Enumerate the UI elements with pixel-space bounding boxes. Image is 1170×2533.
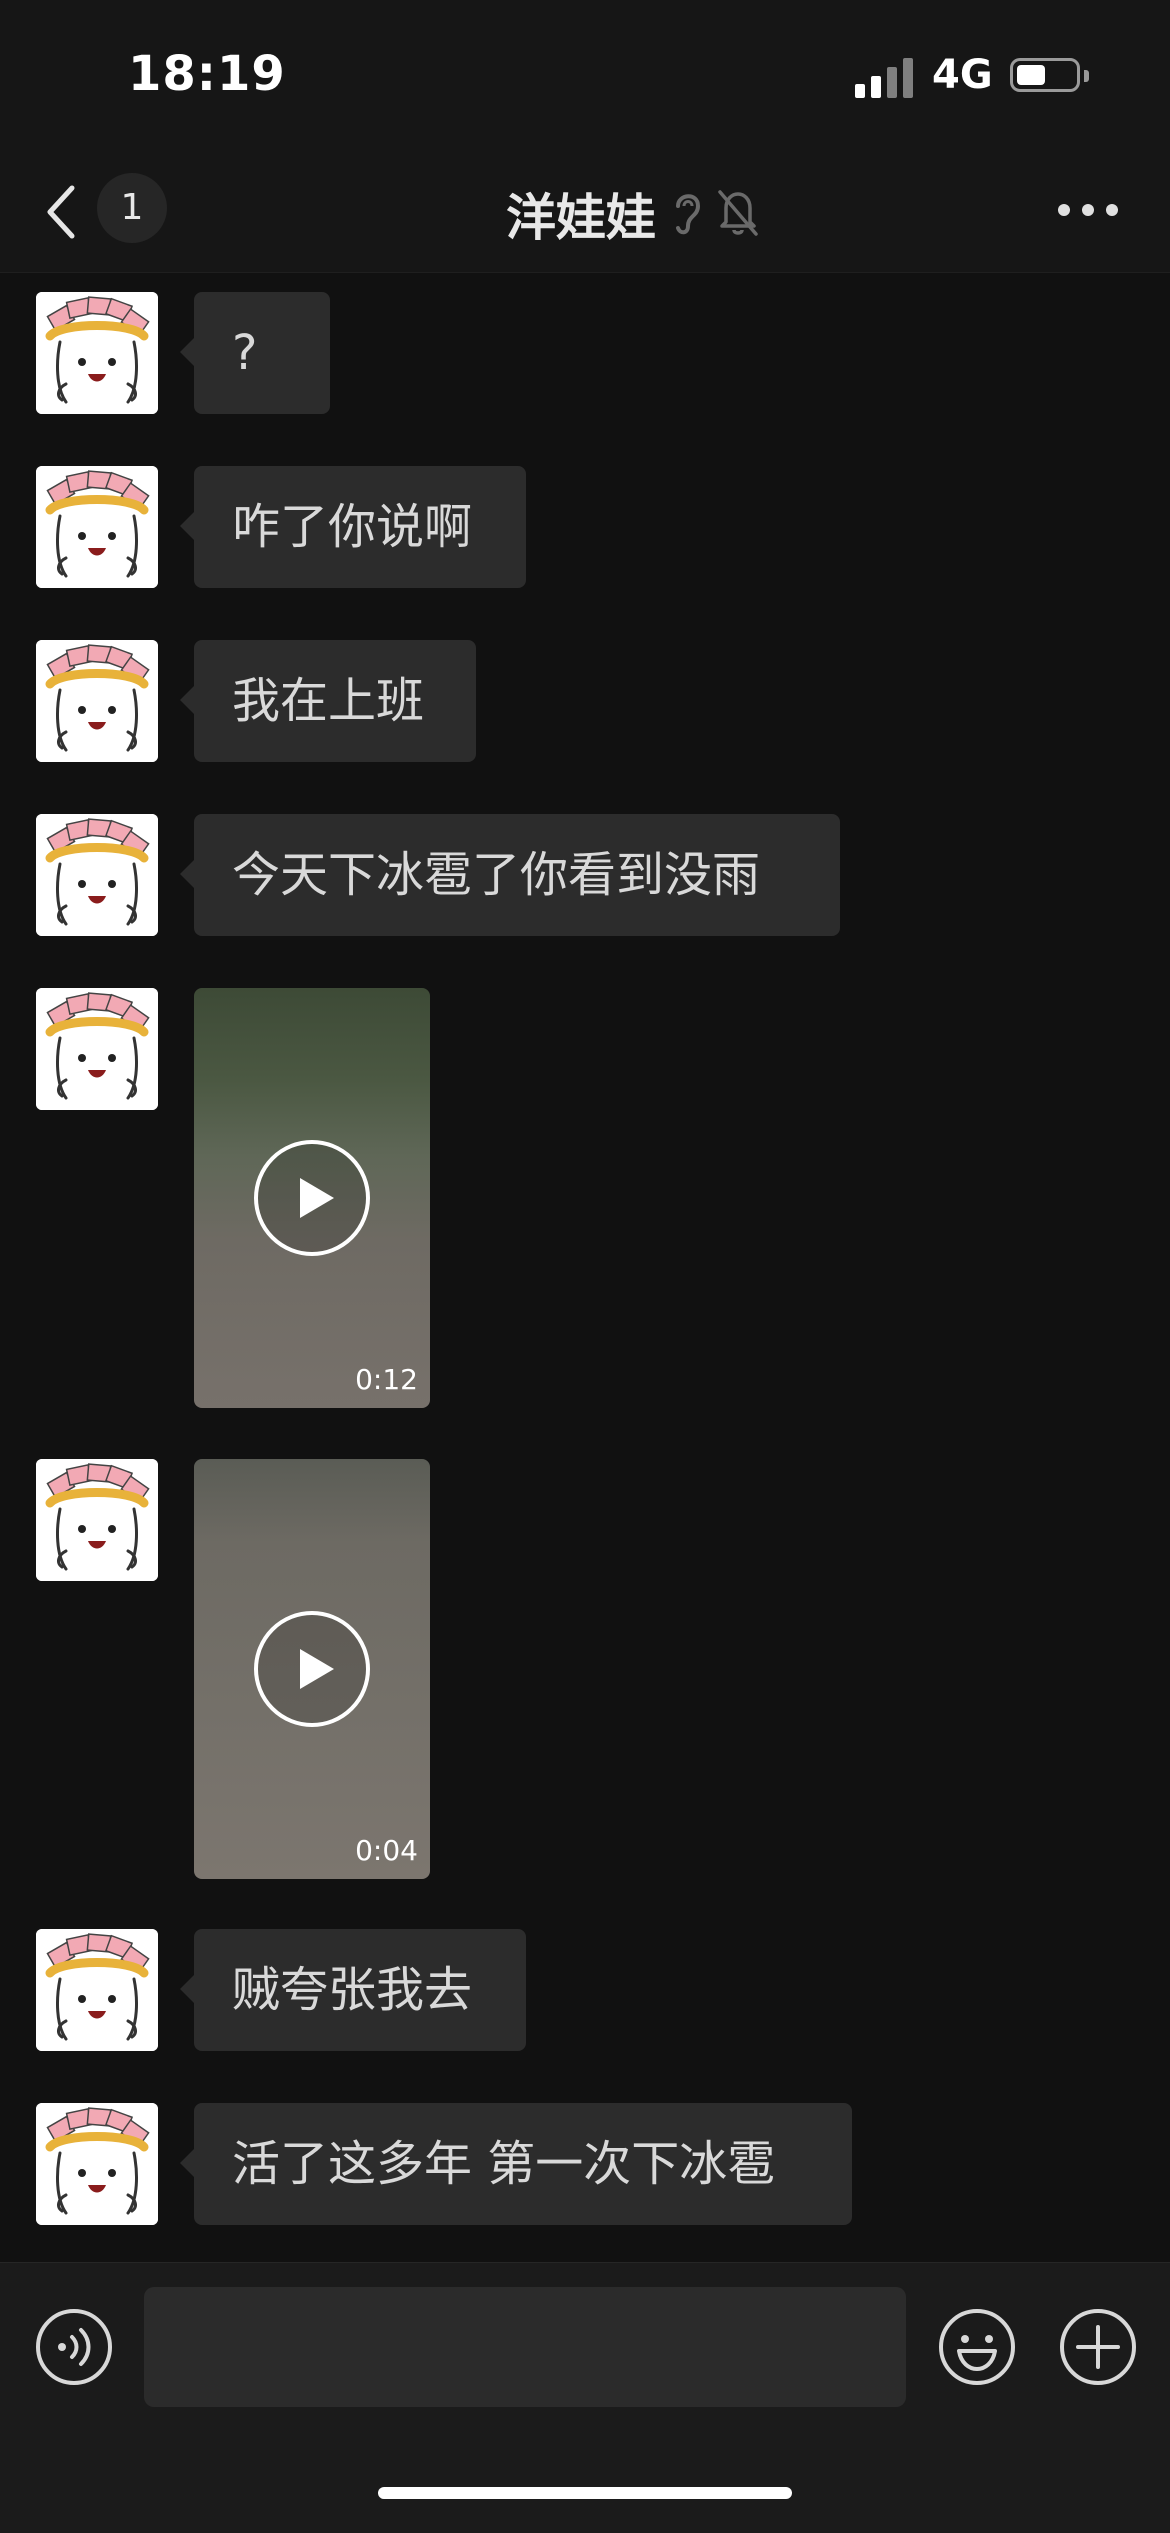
signal-icon <box>855 58 917 98</box>
muted-bell-icon <box>716 186 760 238</box>
avatar[interactable] <box>36 2103 158 2225</box>
video-message[interactable]: 0:04 <box>194 1459 430 1879</box>
more-dots-icon[interactable] <box>1058 200 1118 220</box>
message-bubble[interactable]: 今天下冰雹了你看到没雨 <box>180 814 840 936</box>
unread-badge[interactable]: 1 <box>97 173 167 243</box>
message-bubble[interactable]: ? <box>180 292 330 414</box>
avatar[interactable] <box>36 814 158 936</box>
message-bubble[interactable]: 贼夸张我去 <box>180 1929 526 2051</box>
avatar[interactable] <box>36 640 158 762</box>
message-bubble[interactable]: 活了这多年 第一次下冰雹 <box>180 2103 852 2225</box>
message-bubble[interactable]: 我在上班 <box>180 640 476 762</box>
plus-icon[interactable] <box>1058 2307 1138 2387</box>
input-bar <box>0 2262 1170 2533</box>
avatar[interactable] <box>36 1929 158 2051</box>
video-duration: 0:04 <box>355 1834 418 1867</box>
play-icon[interactable] <box>252 1138 372 1258</box>
status-bar: 18:19 4G <box>0 0 1170 150</box>
video-duration: 0:12 <box>355 1363 418 1396</box>
video-message[interactable]: 0:12 <box>194 988 430 1408</box>
ear-icon <box>670 186 704 238</box>
avatar[interactable] <box>36 1459 158 1581</box>
chat-header: 1 洋娃娃 <box>0 150 1170 273</box>
battery-low-icon <box>1010 58 1089 92</box>
status-time: 18:19 <box>128 46 286 102</box>
chat-title: 洋娃娃 <box>506 189 656 247</box>
back-chevron-icon[interactable] <box>40 182 88 242</box>
message-input[interactable] <box>144 2287 906 2407</box>
network-label: 4G <box>932 52 993 98</box>
avatar[interactable] <box>36 466 158 588</box>
avatar[interactable] <box>36 292 158 414</box>
avatar[interactable] <box>36 988 158 1110</box>
voice-icon[interactable] <box>34 2307 114 2387</box>
play-icon[interactable] <box>252 1609 372 1729</box>
message-bubble[interactable]: 咋了你说啊 <box>180 466 526 588</box>
home-indicator[interactable] <box>378 2487 792 2499</box>
emoji-icon[interactable] <box>937 2307 1017 2387</box>
